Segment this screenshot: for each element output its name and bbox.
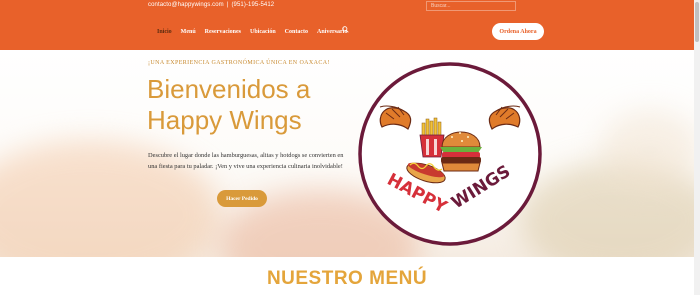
hero-description: Descubre el lugar donde las hamburguesas… — [148, 152, 344, 170]
order-now-button[interactable]: Ordena Ahora — [492, 23, 544, 40]
hero-title: Bienvenidos a Happy Wings — [147, 74, 310, 136]
burger-icon — [440, 131, 482, 172]
hero-title-line-2: Happy Wings — [147, 105, 302, 135]
nav-item-menu[interactable]: Menú — [181, 29, 196, 35]
contact-info: contacto@happywings.com | (951)-195-5412 — [148, 2, 274, 8]
hacer-pedido-button[interactable]: Hacer Pedido — [217, 190, 267, 207]
hero-section: ¡UNA EXPERIENCIA GASTRONÓMICA ÚNICA EN O… — [0, 50, 700, 257]
top-bar: contacto@happywings.com | (951)-195-5412 B… — [0, 0, 700, 12]
search-input[interactable]: Buscar... — [426, 1, 516, 11]
main-nav: Inicio Menú Reservaciones Ubicación Cont… — [157, 29, 347, 35]
hero-title-line-1: Bienvenidos a — [147, 74, 311, 104]
nav-item-ubicacion[interactable]: Ubicación — [250, 29, 276, 35]
contact-phone[interactable]: (951)-195-5412 — [231, 2, 274, 8]
fries-icon — [419, 117, 445, 158]
scrollbar-thumb[interactable] — [695, 2, 699, 42]
hero-eyebrow: ¡UNA EXPERIENCIA GASTRONÓMICA ÚNICA EN O… — [148, 60, 330, 66]
contact-email[interactable]: contacto@happywings.com — [148, 2, 224, 8]
menu-section-title: NUESTRO MENÚ — [266, 268, 428, 289]
hero-background-blur — [600, 110, 700, 190]
search-icon[interactable] — [342, 26, 349, 33]
nav-item-inicio[interactable]: Inicio — [157, 29, 172, 35]
happy-wings-logo: HAPPY WINGS — [358, 62, 542, 246]
nav-item-reservaciones[interactable]: Reservaciones — [205, 29, 241, 35]
main-navbar: Inicio Menú Reservaciones Ubicación Cont… — [0, 12, 700, 50]
page-scrollbar[interactable] — [694, 0, 700, 295]
contact-separator: | — [226, 2, 229, 8]
nav-item-contacto[interactable]: Contacto — [285, 29, 308, 35]
